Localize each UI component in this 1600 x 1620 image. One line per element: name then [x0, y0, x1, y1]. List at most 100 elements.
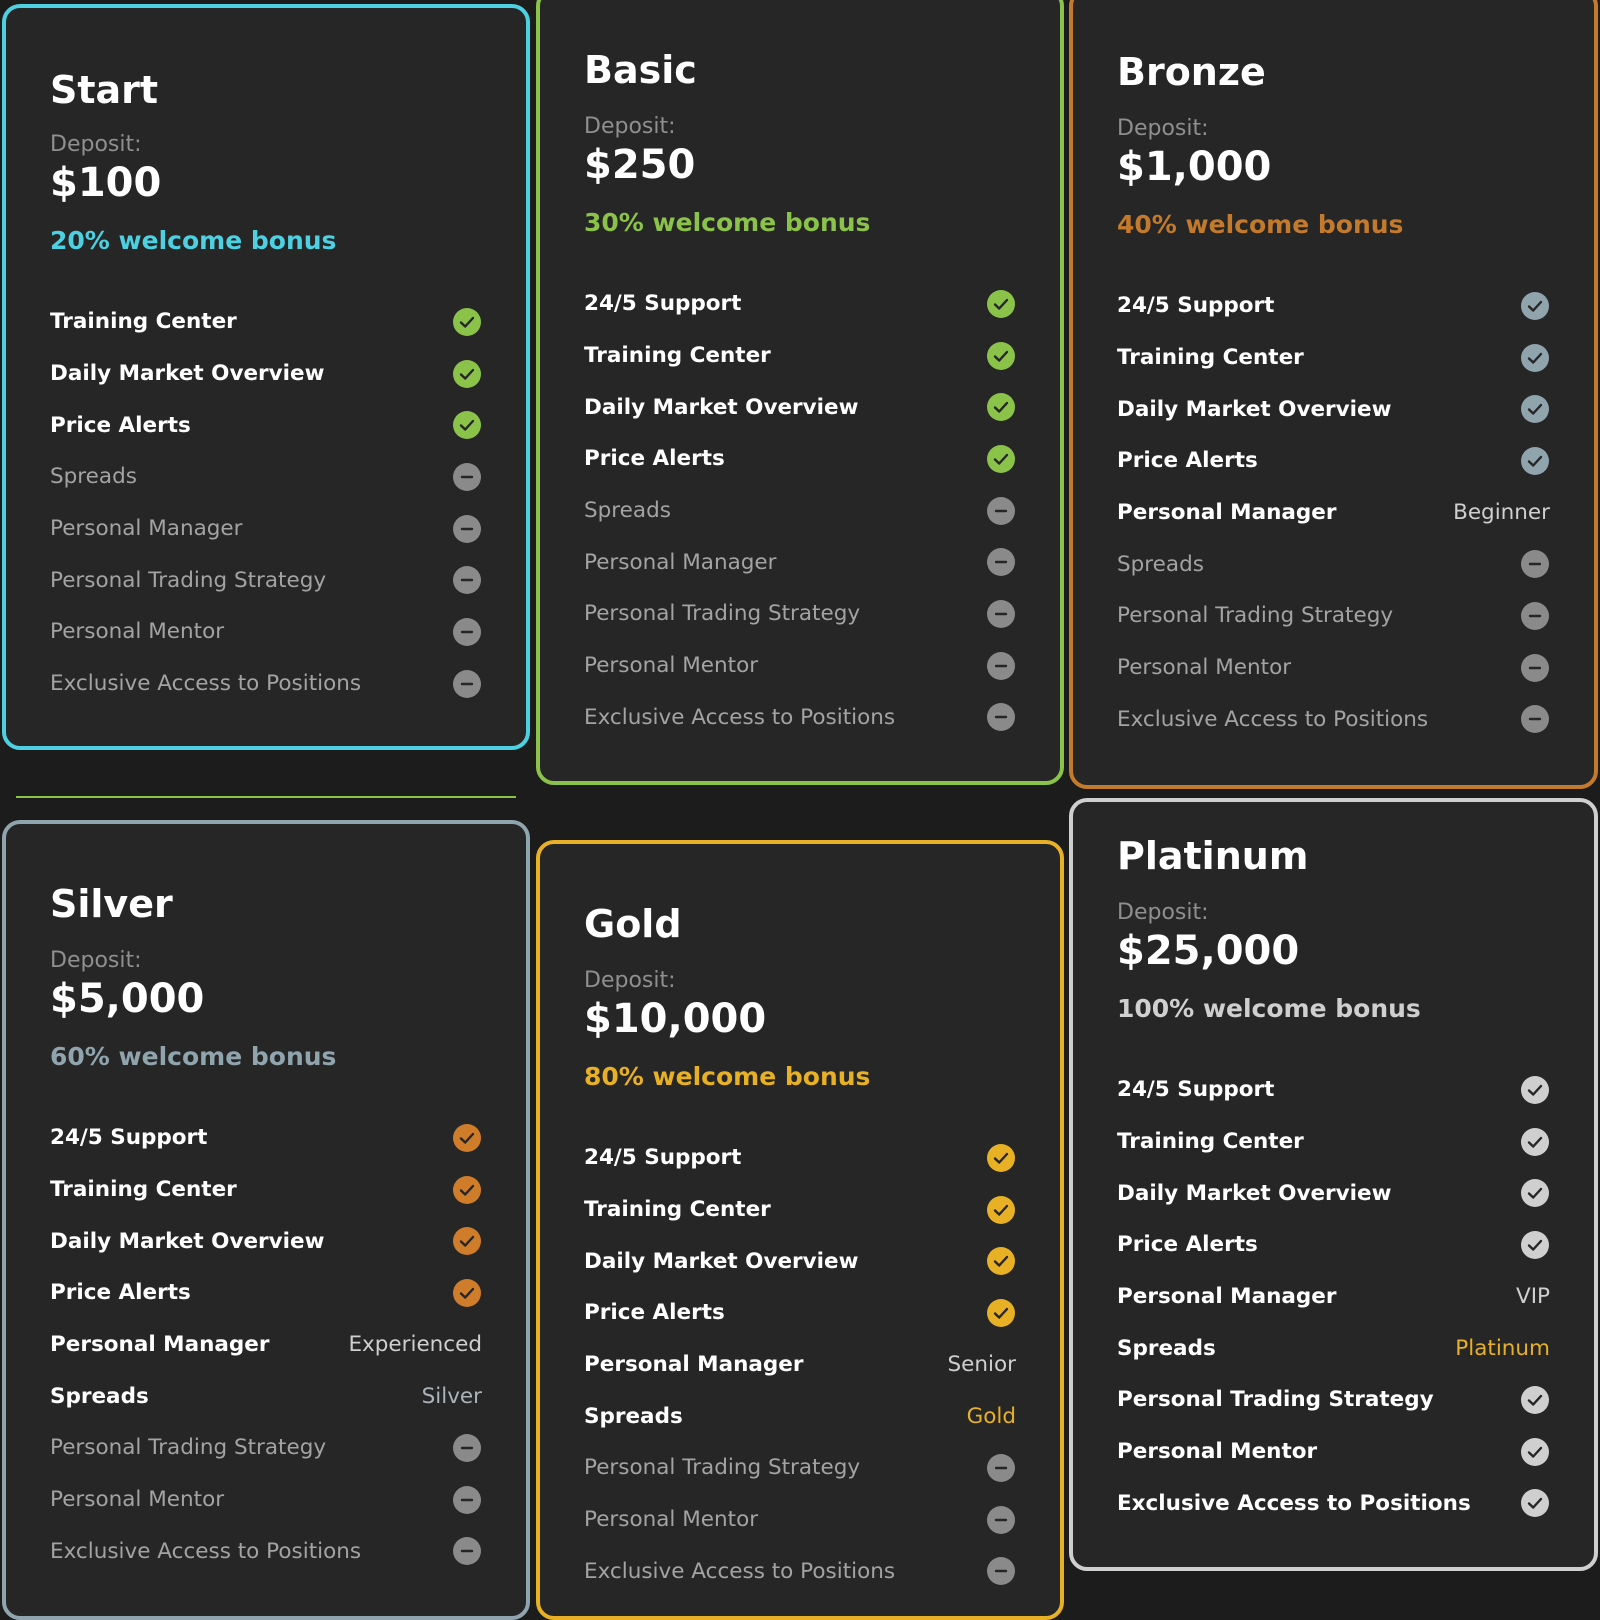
feature-exclusive-access-to-positions: Exclusive Access to Positions: [50, 1526, 482, 1578]
feature-personal-manager: Personal Manager VIP: [1117, 1271, 1550, 1323]
check-circle-icon: [453, 1227, 481, 1256]
welcome-bonus: 80% welcome bonus: [584, 1062, 871, 1091]
feature-24-5-support: 24/5 Support: [584, 278, 1016, 330]
minus-circle-icon: [987, 1557, 1015, 1586]
feature-value: Beginner: [1453, 500, 1550, 526]
minus-circle-icon: [453, 514, 481, 543]
deposit-label: Deposit:: [1117, 116, 1209, 141]
plan-card-platinum: Platinum Deposit: $25,000 100% welcome bonu…: [1069, 798, 1598, 1571]
feature-label: Exclusive Access to Positions: [584, 704, 896, 730]
feature-exclusive-access-to-positions: Exclusive Access to Positions: [1117, 694, 1550, 746]
plan-card-gold: Gold Deposit: $10,000 80% welcome bonus 24/5…: [536, 840, 1064, 1620]
deposit-label: Deposit:: [1117, 900, 1209, 925]
feature-personal-manager: Personal Manager: [584, 536, 1016, 588]
minus-circle-icon: [987, 651, 1015, 680]
feature-personal-mentor: Personal Mentor: [584, 1494, 1016, 1546]
feature-label: Price Alerts: [1117, 448, 1258, 474]
plan-name: Gold: [584, 902, 682, 946]
feature-price-alerts: Price Alerts: [584, 433, 1016, 485]
feature-daily-market-overview: Daily Market Overview: [584, 1235, 1016, 1287]
minus-circle-icon: [1521, 705, 1549, 734]
feature-label: Daily Market Overview: [1117, 1180, 1392, 1206]
feature-label: Price Alerts: [584, 446, 725, 472]
check-circle-icon: [453, 1175, 481, 1204]
plan-card-start: Start Deposit: $100 20% welcome bonus Traini…: [2, 4, 530, 750]
feature-label: Personal Mentor: [50, 1487, 225, 1513]
feature-price-alerts: Price Alerts: [584, 1287, 1016, 1339]
feature-label: Spreads: [50, 464, 137, 490]
deposit-amount: $250: [584, 142, 696, 188]
feature-personal-mentor: Personal Mentor: [50, 606, 482, 658]
feature-training-center: Training Center: [584, 1184, 1016, 1236]
welcome-bonus: 30% welcome bonus: [584, 208, 871, 237]
check-circle-icon: [987, 1247, 1015, 1276]
feature-label: 24/5 Support: [50, 1125, 208, 1151]
feature-label: Exclusive Access to Positions: [1117, 1490, 1471, 1516]
feature-label: Personal Trading Strategy: [1117, 603, 1394, 629]
minus-circle-icon: [453, 1537, 481, 1566]
feature-personal-trading-strategy: Personal Trading Strategy: [50, 554, 482, 606]
minus-circle-icon: [453, 1485, 481, 1514]
check-circle-icon: [987, 393, 1015, 422]
feature-label: Daily Market Overview: [584, 394, 859, 420]
check-circle-icon: [453, 1278, 481, 1307]
feature-label: Training Center: [584, 1197, 771, 1223]
check-circle-icon: [1521, 446, 1549, 475]
deposit-amount: $25,000: [1117, 928, 1300, 974]
feature-value: Silver: [421, 1383, 482, 1409]
feature-price-alerts: Price Alerts: [1117, 1219, 1550, 1271]
feature-price-alerts: Price Alerts: [50, 1267, 482, 1319]
feature-label: Personal Mentor: [50, 619, 225, 645]
check-circle-icon: [1521, 291, 1549, 320]
feature-list: 24/5 Support Training Center Daily Market …: [1117, 1064, 1550, 1529]
check-circle-icon: [1521, 343, 1549, 372]
minus-circle-icon: [453, 1433, 481, 1462]
minus-circle-icon: [453, 617, 481, 646]
minus-circle-icon: [987, 599, 1015, 628]
feature-label: Exclusive Access to Positions: [50, 1538, 362, 1564]
feature-label: Personal Manager: [584, 1352, 804, 1378]
feature-label: Training Center: [50, 1177, 237, 1203]
plan-card-bronze: Bronze Deposit: $1,000 40% welcome bonus 24/…: [1069, 0, 1598, 789]
feature-label: Personal Trading Strategy: [50, 1435, 327, 1461]
feature-label: Exclusive Access to Positions: [50, 671, 362, 697]
feature-label: Training Center: [50, 309, 237, 335]
feature-personal-trading-strategy: Personal Trading Strategy: [50, 1422, 482, 1474]
feature-24-5-support: 24/5 Support: [584, 1132, 1016, 1184]
plan-name: Basic: [584, 48, 697, 92]
feature-daily-market-overview: Daily Market Overview: [50, 1215, 482, 1267]
feature-label: 24/5 Support: [584, 1145, 742, 1171]
feature-spreads: Spreads Platinum: [1117, 1322, 1550, 1374]
check-circle-icon: [453, 359, 481, 388]
feature-exclusive-access-to-positions: Exclusive Access to Positions: [50, 658, 482, 710]
check-circle-icon: [987, 1195, 1015, 1224]
feature-value: Experienced: [348, 1332, 482, 1358]
feature-personal-trading-strategy: Personal Trading Strategy: [584, 588, 1016, 640]
feature-value: Senior: [947, 1352, 1016, 1378]
feature-label: Personal Manager: [584, 549, 777, 575]
plan-name: Bronze: [1117, 50, 1266, 94]
deposit-label: Deposit:: [584, 968, 676, 993]
feature-label: Personal Trading Strategy: [584, 601, 861, 627]
feature-label: Personal Mentor: [1117, 655, 1292, 681]
feature-exclusive-access-to-positions: Exclusive Access to Positions: [584, 692, 1016, 744]
feature-24-5-support: 24/5 Support: [1117, 280, 1550, 332]
feature-personal-mentor: Personal Mentor: [1117, 642, 1550, 694]
feature-label: Personal Mentor: [584, 1507, 759, 1533]
feature-personal-manager: Personal Manager Senior: [584, 1339, 1016, 1391]
plan-name: Silver: [50, 882, 173, 926]
feature-daily-market-overview: Daily Market Overview: [50, 348, 482, 400]
feature-label: Training Center: [1117, 345, 1304, 371]
feature-label: Personal Trading Strategy: [584, 1455, 861, 1481]
check-circle-icon: [453, 411, 481, 440]
feature-list: 24/5 Support Training Center Daily Market …: [584, 278, 1016, 743]
check-circle-icon: [987, 341, 1015, 370]
feature-label: Exclusive Access to Positions: [584, 1558, 896, 1584]
check-circle-icon: [1521, 1437, 1549, 1466]
deposit-amount: $1,000: [1117, 144, 1272, 190]
feature-label: Price Alerts: [50, 1280, 191, 1306]
feature-label: 24/5 Support: [1117, 1077, 1275, 1103]
feature-training-center: Training Center: [1117, 1116, 1550, 1168]
feature-spreads: Spreads: [50, 451, 482, 503]
check-circle-icon: [1521, 1489, 1549, 1518]
